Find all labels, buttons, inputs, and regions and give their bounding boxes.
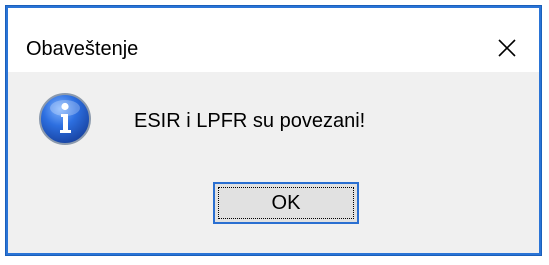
dialog-title: Obaveštenje xyxy=(26,38,139,60)
title-bar[interactable]: Obaveštenje xyxy=(8,8,539,72)
message-dialog: Obaveštenje ESIR i LPFR su povezani! OK xyxy=(6,6,541,255)
ok-button[interactable]: OK xyxy=(213,182,359,224)
close-icon xyxy=(498,39,516,57)
dialog-message: ESIR i LPFR su povezani! xyxy=(134,110,366,132)
ok-button-label: OK xyxy=(271,191,301,214)
close-button[interactable] xyxy=(483,28,531,68)
info-icon xyxy=(39,93,91,145)
dialog-body: ESIR i LPFR su povezani! OK xyxy=(8,72,539,251)
